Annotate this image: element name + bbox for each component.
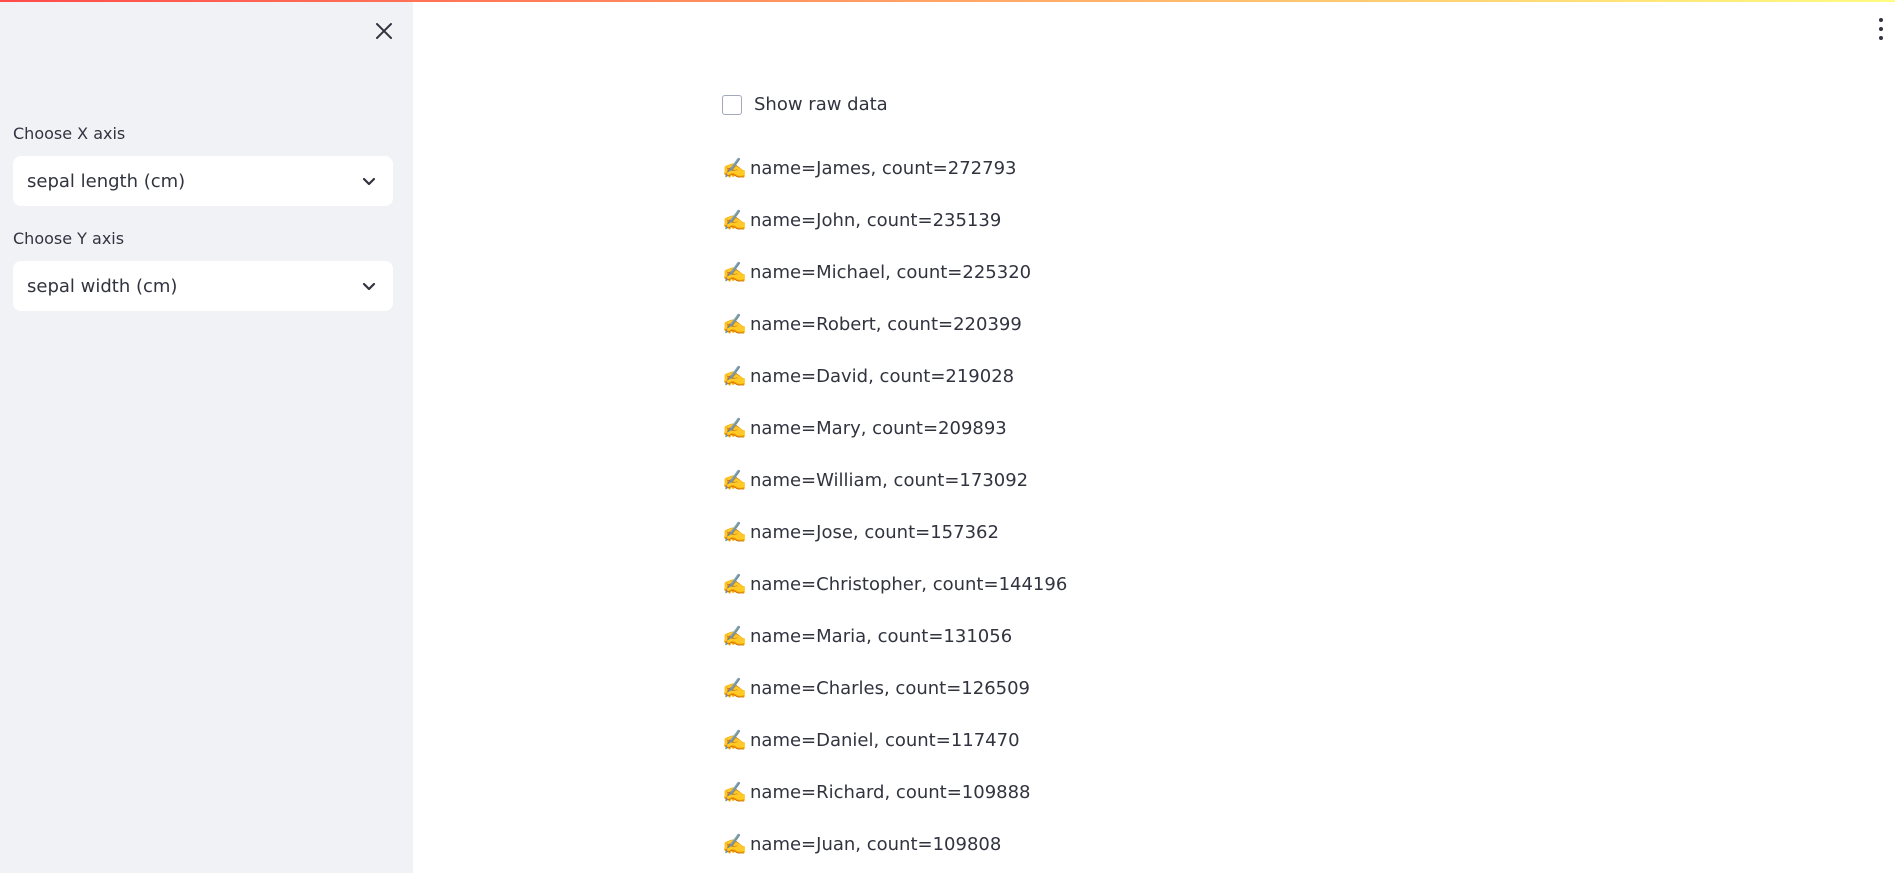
y-axis-label: Choose Y axis (13, 229, 125, 248)
close-sidebar-button[interactable] (368, 15, 400, 47)
list-item-text: name=Charles, count=126509 (750, 677, 1031, 699)
main-menu-button[interactable] (1876, 18, 1886, 40)
list-item-text: name=James, count=272793 (750, 157, 1017, 179)
list-item-text: name=Mary, count=209893 (750, 417, 1007, 439)
writing-hand-icon: ✍️ (722, 728, 747, 752)
list-item: ✍️ name=Charles, count=126509 (722, 662, 1067, 714)
list-item: ✍️ name=James, count=272793 (722, 142, 1067, 194)
list-item-text: name=Jose, count=157362 (750, 521, 999, 543)
list-item-text: name=Christopher, count=144196 (750, 573, 1068, 595)
menu-dot-icon (1879, 18, 1883, 22)
writing-hand-icon: ✍️ (722, 156, 747, 180)
x-axis-label: Choose X axis (13, 124, 126, 143)
writing-hand-icon: ✍️ (722, 780, 747, 804)
checkbox-label: Show raw data (754, 94, 888, 115)
chevron-down-icon (362, 177, 376, 186)
y-axis-select[interactable]: sepal width (cm) (13, 261, 393, 311)
y-axis-selected-value: sepal width (cm) (27, 275, 178, 297)
writing-hand-icon: ✍️ (722, 468, 747, 492)
list-item: ✍️ name=John, count=235139 (722, 194, 1067, 246)
list-item: ✍️ name=Richard, count=109888 (722, 766, 1067, 818)
writing-hand-icon: ✍️ (722, 312, 747, 336)
list-item-text: name=Robert, count=220399 (750, 313, 1022, 335)
list-item-text: name=Maria, count=131056 (750, 625, 1013, 647)
list-item: ✍️ name=David, count=219028 (722, 350, 1067, 402)
writing-hand-icon: ✍️ (722, 572, 747, 596)
list-item: ✍️ name=William, count=173092 (722, 454, 1067, 506)
name-count-list: ✍️ name=James, count=272793 ✍️ name=John, c… (722, 142, 1067, 870)
list-item: ✍️ name=Daniel, count=117470 (722, 714, 1067, 766)
top-decoration-bar (0, 0, 1895, 2)
writing-hand-icon: ✍️ (722, 208, 747, 232)
sidebar: Choose X axis sepal length (cm) Choose Y… (0, 0, 413, 873)
list-item: ✍️ name=Maria, count=131056 (722, 610, 1067, 662)
writing-hand-icon: ✍️ (722, 520, 747, 544)
writing-hand-icon: ✍️ (722, 364, 747, 388)
menu-dot-icon (1879, 27, 1883, 31)
list-item: ✍️ name=Michael, count=225320 (722, 246, 1067, 298)
list-item-text: name=Juan, count=109808 (750, 833, 1002, 855)
list-item: ✍️ name=Christopher, count=144196 (722, 558, 1067, 610)
writing-hand-icon: ✍️ (722, 260, 747, 284)
list-item-text: name=Richard, count=109888 (750, 781, 1031, 803)
list-item-text: name=Michael, count=225320 (750, 261, 1032, 283)
list-item-text: name=David, count=219028 (750, 365, 1015, 387)
list-item: ✍️ name=Juan, count=109808 (722, 818, 1067, 870)
list-item: ✍️ name=Robert, count=220399 (722, 298, 1067, 350)
writing-hand-icon: ✍️ (722, 832, 747, 856)
list-item: ✍️ name=Mary, count=209893 (722, 402, 1067, 454)
menu-dot-icon (1879, 36, 1883, 40)
list-item-text: name=Daniel, count=117470 (750, 729, 1020, 751)
chevron-down-icon (362, 282, 376, 291)
show-raw-data-checkbox[interactable]: Show raw data (722, 94, 888, 115)
list-item-text: name=William, count=173092 (750, 469, 1029, 491)
list-item: ✍️ name=Jose, count=157362 (722, 506, 1067, 558)
checkbox-box[interactable] (722, 94, 742, 115)
writing-hand-icon: ✍️ (722, 416, 747, 440)
x-axis-selected-value: sepal length (cm) (27, 170, 186, 192)
list-item-text: name=John, count=235139 (750, 209, 1002, 231)
writing-hand-icon: ✍️ (722, 676, 747, 700)
close-icon (376, 23, 392, 39)
x-axis-select[interactable]: sepal length (cm) (13, 156, 393, 206)
writing-hand-icon: ✍️ (722, 624, 747, 648)
